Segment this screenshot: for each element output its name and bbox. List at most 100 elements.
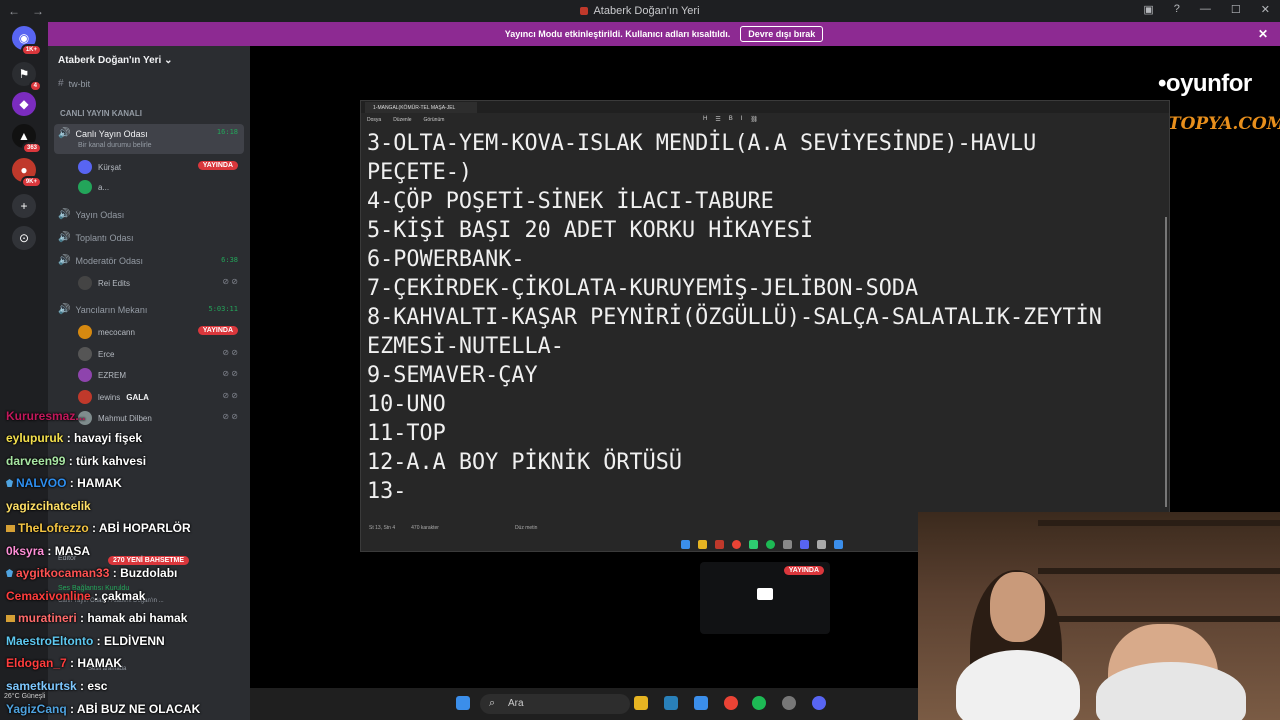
chat-message: yagizcihatcelik bbox=[6, 499, 91, 513]
discover-icon[interactable]: ⊙ bbox=[12, 226, 36, 250]
disable-streamer-mode-button[interactable]: Devre dışı bırak bbox=[740, 26, 824, 42]
crown-badge-icon bbox=[6, 615, 15, 622]
app-icon[interactable] bbox=[715, 540, 724, 549]
channel-yayin-odasi[interactable]: 🔊 Yayın Odası bbox=[58, 209, 124, 220]
list-icon[interactable]: ☰ bbox=[715, 116, 720, 123]
screenshare-preview[interactable]: YAYINDA bbox=[700, 562, 830, 634]
notepad-scrollbar[interactable] bbox=[1165, 217, 1167, 507]
muted-icon: ⊘ ⊘ bbox=[222, 348, 238, 357]
live-badge: YAYINDA bbox=[197, 326, 238, 335]
chat-message: eylupuruk : havayi fişek bbox=[6, 431, 142, 445]
heading-icon[interactable]: H bbox=[703, 116, 707, 123]
help-icon[interactable]: ? bbox=[1174, 3, 1180, 16]
itopya-logo: ITOPYA.COM bbox=[1160, 114, 1280, 134]
hash-icon: # bbox=[58, 78, 64, 89]
spotify-icon[interactable] bbox=[752, 696, 766, 710]
timer: 5:03:11 bbox=[208, 305, 238, 313]
chrome-icon[interactable] bbox=[732, 540, 741, 549]
avatar bbox=[78, 276, 92, 290]
chat-separator: : bbox=[63, 431, 75, 445]
notepad-menu: Dosya Düzenle Görünüm bbox=[361, 113, 1169, 127]
chat-text: ABİ HOPARLÖR bbox=[98, 521, 191, 535]
notepad-line: EZMESİ-NUTELLA- bbox=[367, 334, 564, 359]
badge: 363 bbox=[21, 142, 42, 154]
app-icon[interactable] bbox=[817, 540, 826, 549]
chat-message: aygitkocaman33 : Buzdolabı bbox=[6, 566, 177, 580]
spotify-icon[interactable] bbox=[766, 540, 775, 549]
avatar bbox=[78, 160, 92, 174]
category-canli-yayin[interactable]: CANLI YAYIN KANALI bbox=[60, 109, 142, 118]
voice-user[interactable]: Rei Edits bbox=[78, 276, 130, 290]
speaker-icon: 🔊 bbox=[58, 209, 71, 220]
windows-start-icon[interactable] bbox=[456, 696, 470, 710]
link-icon[interactable]: ⛓ bbox=[750, 116, 758, 123]
store-icon[interactable] bbox=[664, 696, 678, 710]
chat-message: Cemaxivonline : çakmak bbox=[6, 589, 145, 603]
voice-user[interactable]: a... bbox=[78, 180, 109, 194]
file-explorer-icon[interactable] bbox=[634, 696, 648, 710]
voice-user[interactable]: EZREM bbox=[78, 368, 126, 382]
channel-tw-bit[interactable]: # tw-bit bbox=[58, 78, 90, 89]
chrome-icon[interactable] bbox=[724, 696, 738, 710]
oyunfor-logo: •oyunfor bbox=[1158, 70, 1252, 97]
notepad-text[interactable]: 3-OLTA-YEM-KOVA-ISLAK MENDİL(A.A SEVİYES… bbox=[367, 129, 1137, 506]
minimize-button[interactable]: — bbox=[1200, 3, 1211, 16]
app-icon[interactable] bbox=[834, 540, 843, 549]
taskbar-search[interactable]: ⌕ Ara bbox=[480, 694, 630, 714]
discord-icon[interactable] bbox=[812, 696, 826, 710]
channel-moderator-odasi[interactable]: 🔊 Moderatör Odası bbox=[58, 255, 143, 266]
menu-dosya[interactable]: Dosya bbox=[367, 117, 381, 123]
menu-duzenle[interactable]: Düzenle bbox=[393, 117, 411, 123]
folder-icon[interactable] bbox=[698, 540, 707, 549]
chat-username: YagizCanq bbox=[6, 702, 67, 716]
menu-gorunum[interactable]: Görünüm bbox=[424, 117, 445, 123]
outlook-icon[interactable] bbox=[694, 696, 708, 710]
voice-user[interactable]: mecocann bbox=[78, 325, 135, 339]
chat-text: havayi fişek bbox=[74, 431, 143, 445]
shirt-right bbox=[1096, 662, 1246, 720]
weather-widget[interactable]: 26°C Güneşli bbox=[4, 693, 45, 700]
notepad-line: 6-POWERBANK- bbox=[367, 247, 525, 272]
channel-toplanti-odasi[interactable]: 🔊 Toplantı Odası bbox=[58, 232, 134, 243]
shirt-left bbox=[956, 650, 1080, 720]
badge: 1K+ bbox=[20, 44, 42, 56]
close-window-button[interactable]: ✕ bbox=[1261, 3, 1270, 16]
chat-username: yagizcihatcelik bbox=[6, 499, 91, 513]
server-name[interactable]: Ataberk Doğan'ın Yeri ⌄ bbox=[58, 55, 173, 66]
italic-icon[interactable]: I bbox=[741, 116, 743, 123]
chat-text: esc bbox=[87, 679, 108, 693]
bold-icon[interactable]: B bbox=[729, 116, 733, 123]
voice-user[interactable]: lewins GALA bbox=[78, 390, 149, 404]
server-icon[interactable]: ▲ 363 bbox=[12, 124, 42, 154]
maximize-button[interactable]: ☐ bbox=[1231, 3, 1241, 16]
discord-icon[interactable] bbox=[800, 540, 809, 549]
windows-taskbar: ⌕ Ara bbox=[250, 688, 918, 720]
channel-canli-yayin-odasi[interactable]: 🔊 Canlı Yayın Odası bbox=[58, 128, 148, 139]
server-icon[interactable]: ● 9K+ bbox=[12, 158, 42, 188]
window-controls: ▣ ? — ☐ ✕ bbox=[1143, 3, 1270, 16]
chat-username: Kururesmaz... bbox=[6, 409, 86, 423]
webcam-feed bbox=[918, 512, 1280, 720]
inbox-icon[interactable]: ▣ bbox=[1143, 3, 1153, 16]
direct-messages-icon[interactable]: ◉ 1K+ bbox=[12, 26, 42, 56]
voice-user[interactable]: Erce bbox=[78, 347, 114, 361]
banner-close-icon[interactable]: ✕ bbox=[1258, 27, 1268, 41]
channel-status[interactable]: Bir kanal durumu belirle bbox=[78, 142, 152, 149]
channel-yancilarin-mekani[interactable]: 🔊 Yancıların Mekanı bbox=[58, 304, 147, 315]
app-logo-icon bbox=[580, 7, 589, 15]
app-icon[interactable] bbox=[782, 696, 796, 710]
chat-message: MaestroEltonto : ELDİVENN bbox=[6, 634, 165, 648]
notepad-line: 4-ÇÖP POŞETİ-SİNEK İLACI-TABURE bbox=[367, 189, 774, 214]
add-server-icon[interactable]: + bbox=[12, 194, 36, 218]
voice-user[interactable]: Kürşat bbox=[78, 160, 121, 174]
badge: 4 bbox=[28, 80, 42, 92]
notepad-line: 8-KAHVALTI-KAŞAR PEYNİRİ(ÖZGÜLLÜ)-SALÇA-… bbox=[367, 305, 1102, 330]
chat-separator: : bbox=[109, 566, 121, 580]
windows-icon[interactable] bbox=[681, 540, 690, 549]
notepad-tab[interactable]: 1-MANGAL(KÖMÜR-TEL MAŞA-JEL bbox=[365, 102, 477, 113]
server-icon[interactable]: ⚑ 4 bbox=[12, 62, 42, 92]
server-icon[interactable]: ◆ bbox=[12, 92, 36, 116]
app-icon[interactable] bbox=[749, 540, 758, 549]
timer: 6:38 bbox=[221, 256, 238, 264]
app-icon[interactable] bbox=[783, 540, 792, 549]
